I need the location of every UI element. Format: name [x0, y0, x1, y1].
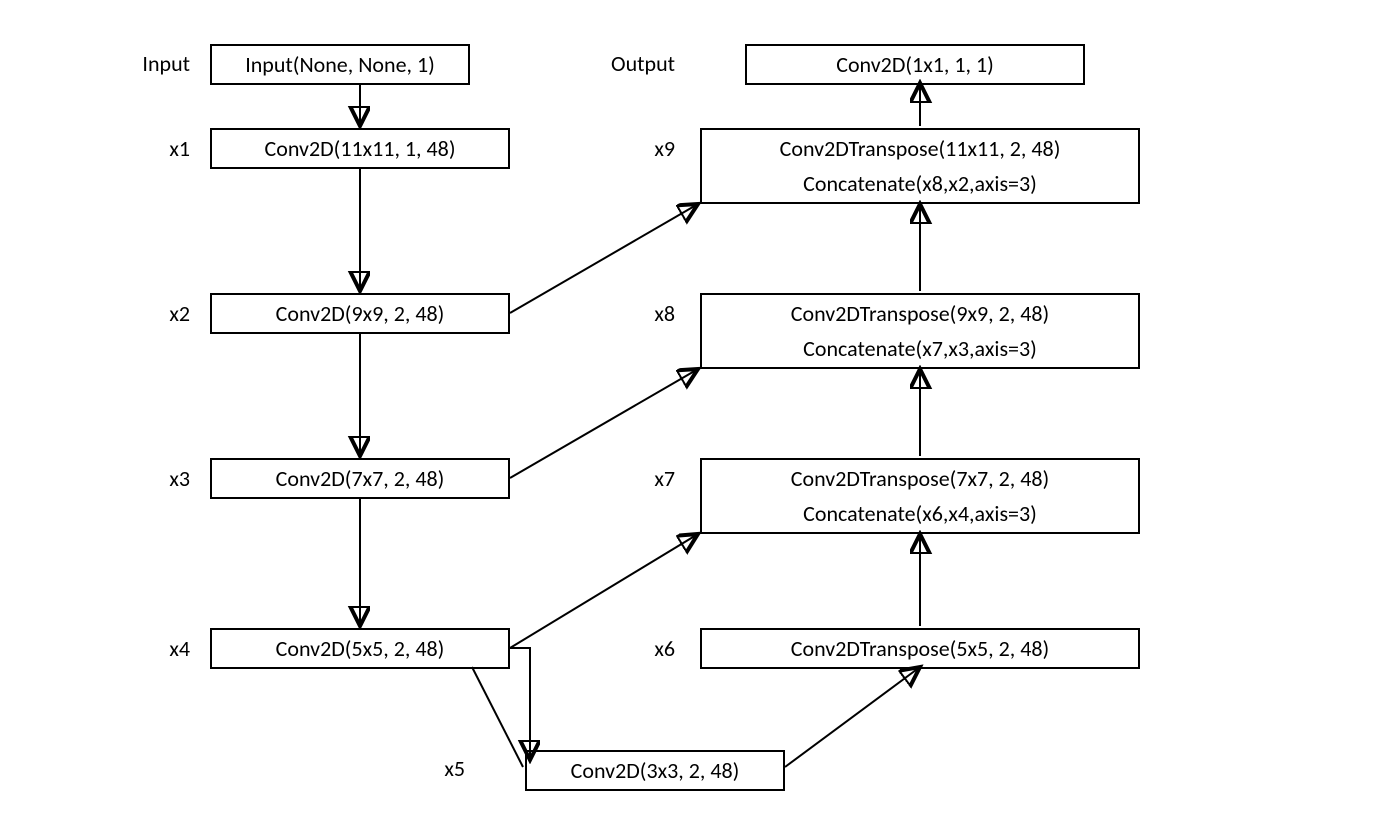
label-x2: x2	[120, 300, 190, 327]
label-x3: x3	[120, 465, 190, 492]
box-x1: Conv2D(11x11, 1, 48)	[210, 128, 510, 169]
box-x9-top: Conv2DTranspose(11x11, 2, 48)	[700, 128, 1140, 169]
arrow-x2-x9concat	[510, 204, 698, 313]
label-x7: x7	[595, 465, 675, 492]
arrow-x4-x7concat	[510, 534, 698, 648]
label-x4: x4	[120, 635, 190, 662]
box-x6: Conv2DTranspose(5x5, 2, 48)	[700, 628, 1140, 669]
box-input: Input(None, None, 1)	[210, 44, 470, 85]
arrow-x4-x5	[510, 648, 530, 760]
arrow-x4-x5-b	[472, 667, 523, 767]
label-x1: x1	[120, 135, 190, 162]
box-x3: Conv2D(7x7, 2, 48)	[210, 458, 510, 499]
arrow-layer	[0, 0, 1373, 835]
box-x5: Conv2D(3x3, 2, 48)	[525, 750, 785, 791]
label-x6: x6	[595, 635, 675, 662]
label-output: Output	[595, 50, 675, 77]
box-x8-top: Conv2DTranspose(9x9, 2, 48)	[700, 293, 1140, 334]
label-x5: x5	[415, 755, 465, 782]
box-output: Conv2D(1x1, 1, 1)	[745, 44, 1085, 85]
box-x9-bot: Concatenate(x8,x2,axis=3)	[700, 165, 1140, 204]
box-x8-bot: Concatenate(x7,x3,axis=3)	[700, 330, 1140, 369]
arrow-x3-x8concat	[510, 369, 698, 478]
arrow-x5-x6	[785, 667, 920, 767]
label-x9: x9	[595, 135, 675, 162]
box-x2: Conv2D(9x9, 2, 48)	[210, 293, 510, 334]
box-x7-bot: Concatenate(x6,x4,axis=3)	[700, 495, 1140, 534]
label-x8: x8	[595, 300, 675, 327]
box-x7-top: Conv2DTranspose(7x7, 2, 48)	[700, 458, 1140, 499]
label-input: Input	[120, 50, 190, 77]
box-x4: Conv2D(5x5, 2, 48)	[210, 628, 510, 669]
